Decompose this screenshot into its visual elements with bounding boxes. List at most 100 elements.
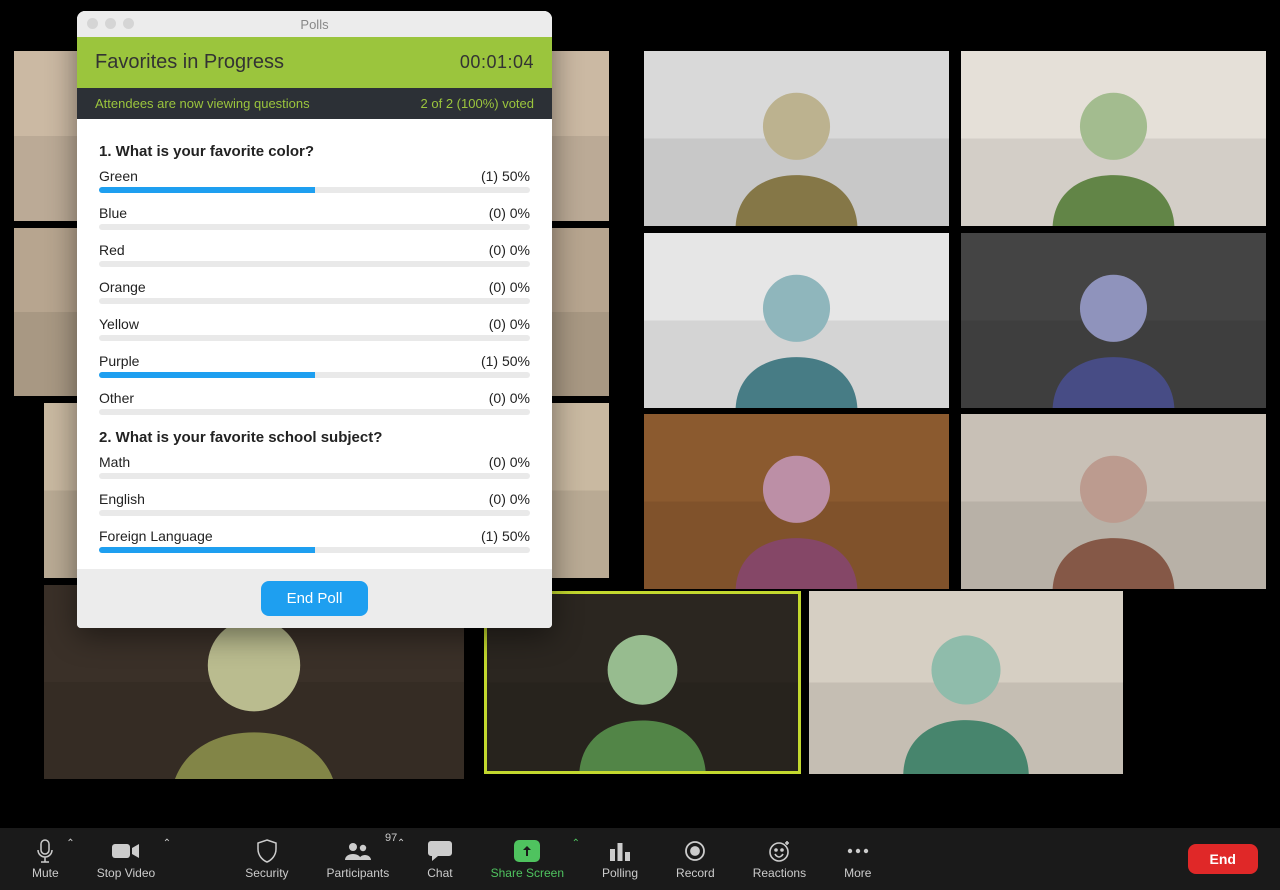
option-bar — [99, 510, 530, 516]
option-label: Other — [99, 390, 134, 406]
option-pct: (0) 0% — [489, 491, 530, 507]
security-button[interactable]: Security — [235, 828, 298, 890]
meeting-toolbar: Mute ⌃ Stop Video ⌃ Security Participant… — [0, 828, 1280, 890]
polling-label: Polling — [602, 866, 638, 880]
poll-footer: End Poll — [77, 569, 552, 628]
poll-window[interactable]: Polls Favorites in Progress 00:01:04 Att… — [77, 11, 552, 628]
poll-option: Purple (1) 50% — [99, 353, 530, 378]
video-tile[interactable] — [961, 414, 1266, 589]
video-icon — [112, 838, 140, 864]
chat-button[interactable]: Chat — [417, 828, 462, 890]
share-screen-button[interactable]: Share Screen ⌃ — [481, 828, 574, 890]
video-tile[interactable] — [644, 414, 949, 589]
video-tile[interactable] — [961, 233, 1266, 408]
end-poll-button[interactable]: End Poll — [261, 581, 369, 616]
polling-icon — [609, 838, 631, 864]
poll-option: Math (0) 0% — [99, 454, 530, 479]
option-label: Yellow — [99, 316, 139, 332]
poll-option: Orange (0) 0% — [99, 279, 530, 304]
video-tile[interactable] — [809, 591, 1123, 774]
maximize-icon[interactable] — [123, 18, 134, 29]
reactions-icon — [768, 838, 790, 864]
option-label: Green — [99, 168, 138, 184]
microphone-icon — [36, 838, 54, 864]
more-button[interactable]: More — [834, 828, 881, 890]
option-pct: (0) 0% — [489, 390, 530, 406]
poll-option: English (0) 0% — [99, 491, 530, 516]
window-controls[interactable] — [87, 18, 134, 29]
option-bar — [99, 547, 530, 553]
mute-label: Mute — [32, 866, 59, 880]
video-tile[interactable] — [644, 51, 949, 226]
video-tile[interactable] — [961, 51, 1266, 226]
poll-option: Red (0) 0% — [99, 242, 530, 267]
chevron-up-icon[interactable]: ⌃ — [572, 838, 580, 849]
option-bar — [99, 473, 530, 479]
polling-button[interactable]: Polling — [592, 828, 648, 890]
option-bar — [99, 187, 530, 193]
option-pct: (1) 50% — [481, 528, 530, 544]
stop-video-button[interactable]: Stop Video ⌃ — [87, 828, 166, 890]
option-label: English — [99, 491, 145, 507]
option-pct: (0) 0% — [489, 316, 530, 332]
poll-titlebar[interactable]: Polls — [77, 11, 552, 37]
chevron-up-icon[interactable]: ⌃ — [66, 838, 74, 849]
chevron-up-icon[interactable]: ⌃ — [163, 838, 171, 849]
participants-button[interactable]: Participants 97 ⌃ — [317, 828, 400, 890]
poll-option: Foreign Language (1) 50% — [99, 528, 530, 553]
option-label: Foreign Language — [99, 528, 213, 544]
record-button[interactable]: Record — [666, 828, 725, 890]
reactions-button[interactable]: Reactions — [743, 828, 816, 890]
option-pct: (1) 50% — [481, 168, 530, 184]
poll-question: 1. What is your favorite color? — [99, 143, 530, 160]
shield-icon — [256, 838, 278, 864]
option-label: Blue — [99, 205, 127, 221]
reactions-label: Reactions — [753, 866, 806, 880]
poll-status-bar: Attendees are now viewing questions 2 of… — [77, 88, 552, 119]
poll-question: 2. What is your favorite school subject? — [99, 429, 530, 446]
video-tile[interactable] — [644, 233, 949, 408]
record-icon — [684, 838, 706, 864]
option-label: Math — [99, 454, 130, 470]
participants-icon — [343, 838, 373, 864]
poll-option: Yellow (0) 0% — [99, 316, 530, 341]
option-label: Purple — [99, 353, 139, 369]
chat-label: Chat — [427, 866, 452, 880]
more-label: More — [844, 866, 871, 880]
chevron-up-icon[interactable]: ⌃ — [397, 838, 405, 849]
poll-timer: 00:01:04 — [460, 52, 534, 73]
end-meeting-button[interactable]: End — [1188, 844, 1258, 874]
record-label: Record — [676, 866, 715, 880]
close-icon[interactable] — [87, 18, 98, 29]
poll-header: Favorites in Progress 00:01:04 — [77, 37, 552, 88]
poll-option: Green (1) 50% — [99, 168, 530, 193]
poll-body: 1. What is your favorite color? Green (1) … — [77, 119, 552, 569]
poll-status-left: Attendees are now viewing questions — [95, 96, 310, 111]
minimize-icon[interactable] — [105, 18, 116, 29]
option-pct: (0) 0% — [489, 279, 530, 295]
mute-button[interactable]: Mute ⌃ — [22, 828, 69, 890]
poll-option: Blue (0) 0% — [99, 205, 530, 230]
poll-status-right: 2 of 2 (100%) voted — [421, 96, 534, 111]
poll-option: Other (0) 0% — [99, 390, 530, 415]
more-icon — [846, 838, 870, 864]
option-bar — [99, 409, 530, 415]
participants-count: 97 — [385, 832, 397, 844]
option-label: Orange — [99, 279, 146, 295]
share-screen-icon — [514, 838, 540, 864]
security-label: Security — [245, 866, 288, 880]
option-pct: (0) 0% — [489, 205, 530, 221]
chat-icon — [428, 838, 452, 864]
option-bar — [99, 298, 530, 304]
option-bar — [99, 224, 530, 230]
participants-label: Participants — [327, 866, 390, 880]
window-title: Polls — [77, 17, 552, 32]
option-bar — [99, 261, 530, 267]
option-bar — [99, 335, 530, 341]
option-pct: (0) 0% — [489, 454, 530, 470]
option-bar — [99, 372, 530, 378]
option-pct: (1) 50% — [481, 353, 530, 369]
option-label: Red — [99, 242, 125, 258]
poll-title: Favorites in Progress — [95, 51, 284, 74]
option-pct: (0) 0% — [489, 242, 530, 258]
